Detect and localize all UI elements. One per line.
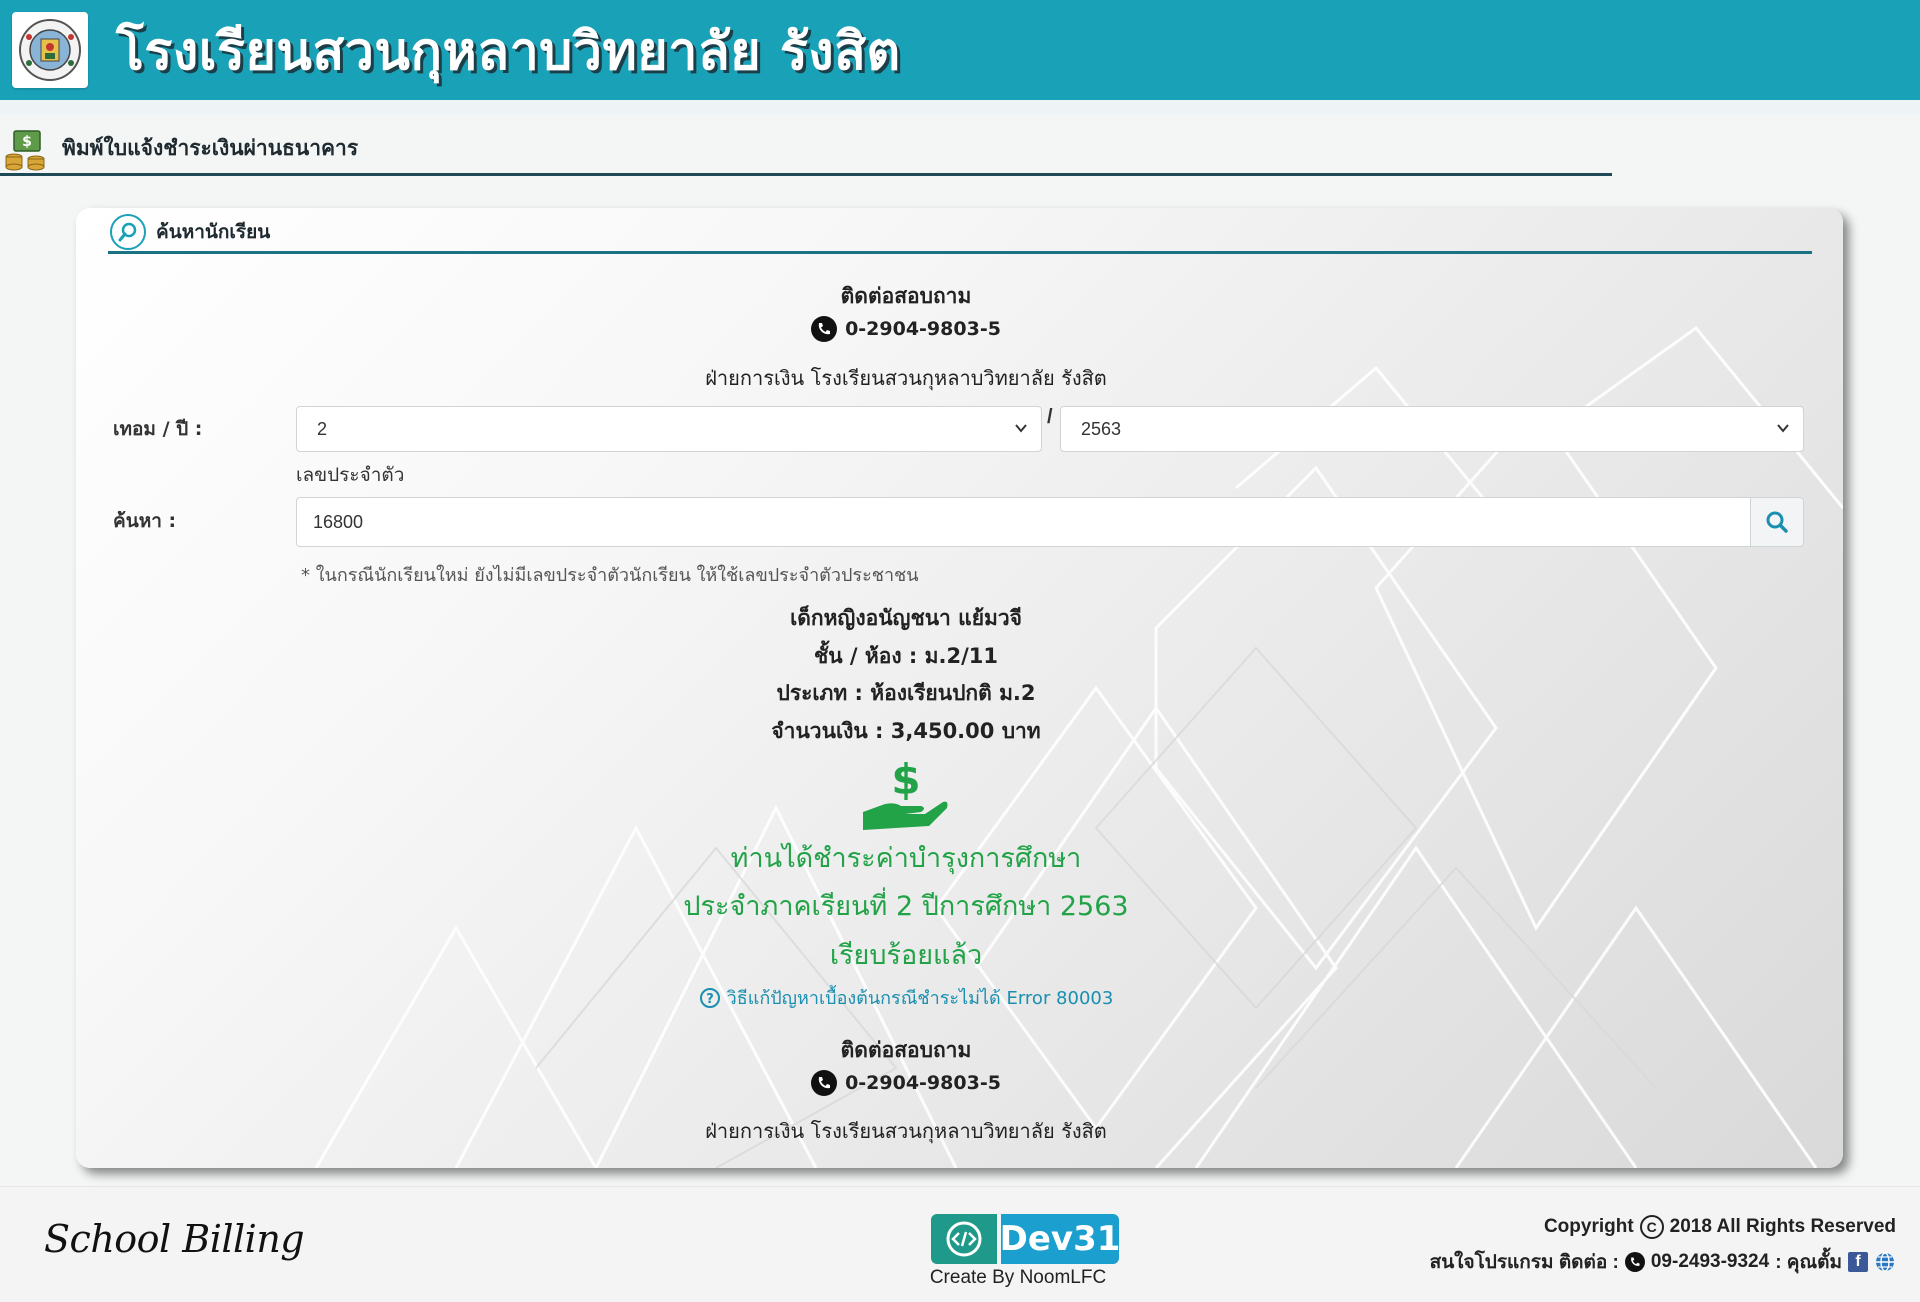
svg-text:$: $: [891, 755, 920, 804]
card-title: ค้นหานักเรียน: [156, 220, 271, 243]
developer-name: : คุณตั้ม: [1775, 1252, 1842, 1273]
money-stack-icon: $: [5, 129, 45, 170]
term-select[interactable]: 2: [296, 406, 1042, 452]
globe-icon[interactable]: [1874, 1251, 1896, 1273]
hand-coin-icon: $: [863, 755, 948, 830]
footer: School Billing Dev31 Create By NoomLFC C…: [0, 1186, 1920, 1302]
contact-department-bottom: ฝ่ายการเงิน โรงเรียนสวนกุหลาบวิทยาลัย รั…: [705, 1119, 1107, 1143]
code-icon: [931, 1214, 997, 1264]
school-logo[interactable]: [12, 12, 88, 88]
year-select[interactable]: 2563: [1060, 406, 1804, 452]
header-strip: [0, 100, 1920, 114]
card-header: ค้นหานักเรียน: [108, 208, 1812, 254]
chevron-down-icon: [1015, 424, 1027, 433]
search-button[interactable]: [1750, 497, 1804, 547]
search-input-value: 16800: [313, 511, 364, 532]
contact-phone-row-bottom: 0-2904-9803-5: [76, 1070, 1736, 1096]
section-title: พิมพ์ใบแจ้งชำระเงินผ่านธนาคาร: [62, 136, 359, 160]
contact-title-bottom: ติดต่อสอบถาม: [840, 1038, 972, 1062]
chevron-down-icon: [1777, 424, 1789, 433]
search-hint: * ในกรณีนักเรียนใหม่ ยังไม่มีเลขประจำตัว…: [301, 565, 919, 586]
contact-phone-row: 0-2904-9803-5: [76, 316, 1736, 342]
top-header: โรงเรียนสวนกุหลาบวิทยาลัย รังสิต: [0, 0, 1920, 100]
dev31-logo[interactable]: Dev31: [931, 1214, 1120, 1264]
paid-status-line3: เรียบร้อยแล้ว: [829, 940, 983, 971]
contact-title: ติดต่อสอบถาม: [840, 284, 972, 308]
student-class-room: ชั้น / ห้อง : ม.2/11: [814, 644, 998, 668]
phone-icon: [1624, 1252, 1645, 1272]
dev31-logo-text: Dev31: [1000, 1214, 1120, 1264]
student-name: เด็กหญิงอนัญชนา แย้มวจี: [790, 606, 1022, 630]
footer-brand: School Billing: [44, 1217, 305, 1261]
term-select-value: 2: [317, 418, 328, 439]
student-search-input[interactable]: 16800: [296, 497, 1751, 547]
svg-text:$: $: [22, 134, 32, 150]
contact-phone-bottom: 0-2904-9803-5: [845, 1072, 1001, 1094]
help-link-text: วิธีแก้ปัญหาเบื้องต้นกรณีชำระไม่ได้ Erro…: [726, 988, 1114, 1009]
contact-phone: 0-2904-9803-5: [845, 318, 1001, 340]
paid-icon-wrap: $: [76, 754, 1736, 842]
term-year-label: เทอม / ปี :: [113, 418, 203, 440]
search-student-card: ค้นหานักเรียน ติดต่อสอบถาม 0-2904-9803-5…: [76, 208, 1843, 1168]
question-circle-icon: ?: [699, 987, 720, 1008]
school-name: โรงเรียนสวนกุหลาบวิทยาลัย รังสิต: [116, 21, 901, 82]
paid-status-line2: ประจำภาคเรียนที่ 2 ปีการศึกษา 2563: [683, 891, 1129, 922]
year-separator: /: [1047, 406, 1053, 428]
payment-amount: จำนวนเงิน : 3,450.00 บาท: [771, 719, 1041, 743]
svg-text:?: ?: [706, 992, 714, 1007]
help-link[interactable]: ? วิธีแก้ปัญหาเบื้องต้นกรณีชำระไม่ได้ Er…: [76, 983, 1736, 1012]
paid-status-line1: ท่านได้ชำระค่าบำรุงการศึกษา: [730, 843, 1082, 874]
contact-department: ฝ่ายการเงิน โรงเรียนสวนกุหลาบวิทยาลัย รั…: [705, 366, 1107, 390]
dev-credit: Create By NoomLFC: [929, 1267, 1107, 1288]
year-select-value: 2563: [1081, 418, 1122, 439]
student-type: ประเภท : ห้องเรียนปกติ ม.2: [776, 681, 1036, 705]
search-icon: [1766, 511, 1788, 533]
copyright-line: Copyright C 2018 All Rights Reserved: [1544, 1215, 1896, 1239]
phone-icon: [811, 1070, 838, 1096]
developer-contact-prefix: สนใจโปรแกรม ติดต่อ :: [1429, 1252, 1619, 1273]
search-circle-icon: [110, 213, 146, 250]
student-id-sublabel: เลขประจำตัว: [296, 464, 405, 486]
section-title-bar: $ พิมพ์ใบแจ้งชำระเงินผ่านธนาคาร: [0, 124, 1612, 176]
developer-phone: 09-2493-9324: [1650, 1251, 1770, 1272]
search-label: ค้นหา :: [113, 510, 177, 532]
school-emblem-icon: [19, 19, 81, 81]
developer-contact-line: สนใจโปรแกรม ติดต่อ : 09-2493-9324 : คุณต…: [1430, 1247, 1896, 1277]
facebook-icon[interactable]: f: [1848, 1252, 1868, 1272]
phone-icon: [811, 316, 838, 342]
copyright-prefix: Copyright: [1543, 1216, 1634, 1237]
copyright-rest: 2018 All Rights Reserved: [1669, 1216, 1896, 1237]
copyright-icon: C: [1639, 1215, 1664, 1239]
